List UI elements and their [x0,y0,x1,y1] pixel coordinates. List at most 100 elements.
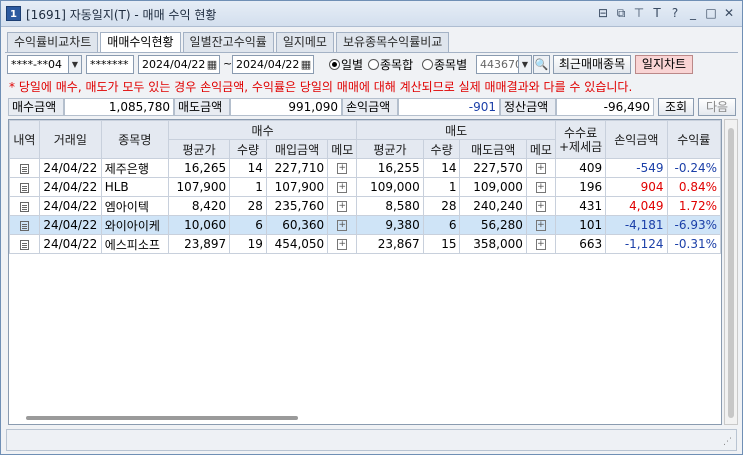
sell-amount-value: 991,090 [230,98,342,116]
add-memo-icon[interactable]: + [535,182,546,193]
summary-bar: 매수금액 1,085,780 매도금액 991,090 손익금액 -901 정산… [8,98,738,116]
buy-amount-label: 매수금액 [8,98,64,116]
add-memo-icon[interactable]: + [337,239,348,250]
pin-icon[interactable]: ⊤ [632,5,646,21]
app-icon: 1 [6,6,21,21]
col-header-sell-amount[interactable]: 매도금액 [459,139,527,159]
table-row[interactable]: 24/04/22 제주은행 16,265 14 227,710 +16,255 14 227,… [9,158,721,178]
sell-avg-cell: 8,580 [356,196,424,216]
detail-icon[interactable] [19,163,29,174]
sell-amount-cell: 56,280 [459,215,527,235]
sell-memo-cell: + [525,196,556,216]
buy-qty-cell: 1 [229,177,267,197]
next-button[interactable]: 다음 [698,98,736,116]
maximize-button[interactable]: □ [704,5,718,21]
vertical-scrollbar[interactable] [724,119,738,425]
buy-amount-value: 1,085,780 [64,98,174,116]
help-icon[interactable]: ? [668,5,682,21]
sell-memo-cell: + [525,234,556,254]
col-header-name[interactable]: 종목명 [100,120,169,159]
fee-cell: 431 [554,196,607,216]
calendar-icon[interactable]: ▦ [298,55,314,74]
font-size-icon[interactable]: T [650,5,664,21]
chevron-down-icon[interactable]: ▼ [518,55,532,74]
col-header-buy-qty[interactable]: 수량 [229,139,267,159]
detail-icon-cell [9,215,40,235]
buy-avg-cell: 16,265 [167,158,231,178]
col-header-date[interactable]: 거래일 [38,120,102,159]
table-row[interactable]: 24/04/22 와이아이케 10,060 6 60,360 +9,380 6 56,280 +… [9,215,721,235]
password-field[interactable]: ******* [86,55,134,74]
table-row[interactable]: 24/04/22 HLB 107,900 1 107,900 +109,000 1 109,0… [9,177,721,197]
minimize-button[interactable]: _ [686,5,700,21]
query-button[interactable]: 조회 [658,98,694,116]
tab-journal-memo[interactable]: 일지메모 [275,32,334,52]
table-row[interactable]: 24/04/22 에스피소프 23,897 19 454,050 +23,867 15 358… [9,234,721,254]
col-header-sell-memo[interactable]: 메모 [525,139,556,159]
buy-avg-cell: 107,900 [167,177,231,197]
chevron-down-icon[interactable]: ▼ [68,55,82,74]
col-header-sell-qty[interactable]: 수량 [422,139,461,159]
col-header-buy-amount[interactable]: 매입금액 [265,139,329,159]
add-memo-icon[interactable]: + [337,220,348,231]
horizontal-scrollbar[interactable] [26,416,298,420]
link-window-icon[interactable]: ⧉ [614,5,628,21]
close-button[interactable]: ✕ [722,5,736,21]
tab-trade-profit-status[interactable]: 매매수익현황 [100,32,181,53]
sell-avg-cell: 109,000 [356,177,424,197]
detail-icon[interactable] [19,182,29,193]
col-header-fee[interactable]: 수수료 +제세금 [554,120,607,159]
tab-return-compare-chart[interactable]: 수익률비교차트 [7,32,99,52]
col-header-return-rate[interactable]: 수익률 [666,120,721,159]
col-header-detail[interactable]: 내역 [9,120,40,159]
add-memo-icon[interactable]: + [535,163,546,174]
buy-amount-cell: 107,900 [265,177,329,197]
profit-loss-cell: 904 [605,177,668,197]
add-memo-icon[interactable]: + [337,163,348,174]
status-bar: ⋰ [6,429,737,451]
table-row[interactable]: 24/04/22 엠아이텍 8,420 28 235,760 +8,580 28 240,24… [9,196,721,216]
sell-amount-cell: 240,240 [459,196,527,216]
radio-daily[interactable]: 일별 [329,56,363,73]
add-memo-icon[interactable]: + [535,201,546,212]
tab-holding-return-compare[interactable]: 보유종목수익률비교 [335,32,450,52]
detail-icon-cell [9,196,40,216]
search-icon[interactable]: 🔍 [533,55,550,74]
layout-icon[interactable]: ⊟ [596,5,610,21]
scroll-thumb[interactable] [728,128,734,418]
detail-icon[interactable] [19,220,29,231]
col-header-profit-loss[interactable]: 손익금액 [605,120,668,159]
settle-amount-value: -96,490 [556,98,654,116]
add-memo-icon[interactable]: + [535,220,546,231]
sell-memo-cell: + [525,177,556,197]
add-memo-icon[interactable]: + [535,239,546,250]
stock-code-input[interactable]: 443670 [476,55,520,74]
col-header-sell-avg[interactable]: 평균가 [356,139,424,159]
fee-cell: 663 [554,234,607,254]
resize-grip-icon[interactable]: ⋰ [723,437,732,447]
radio-selected-icon [329,59,340,70]
sell-memo-cell: + [525,158,556,178]
tab-daily-balance-return[interactable]: 일별잔고수익률 [182,32,274,52]
col-header-buy-avg[interactable]: 평균가 [167,139,231,159]
col-header-buy-memo[interactable]: 메모 [327,139,358,159]
add-memo-icon[interactable]: + [337,201,348,212]
profit-loss-cell: -1,124 [605,234,668,254]
detail-icon[interactable] [19,201,29,212]
journal-chart-button[interactable]: 일지차트 [635,55,693,74]
buy-amount-cell: 60,360 [265,215,329,235]
detail-icon[interactable] [19,239,29,250]
buy-avg-cell: 23,897 [167,234,231,254]
buy-memo-cell: + [327,177,358,197]
sell-qty-cell: 14 [422,158,461,178]
calendar-icon[interactable]: ▦ [204,55,220,74]
radio-by-stock[interactable]: 종목별 [422,56,467,73]
recent-stocks-button[interactable]: 최근매매종목 [553,55,631,74]
window-title: [1691] 자동일지(T) - 매매 수익 현황 [26,8,217,22]
col-group-buy: 매수 [167,120,358,140]
date-cell: 24/04/22 [38,215,102,235]
add-memo-icon[interactable]: + [337,182,348,193]
radio-stock-sum[interactable]: 종목합 [368,56,413,73]
account-select[interactable]: ****-**04 [7,55,69,74]
profit-loss-cell: 4,049 [605,196,668,216]
